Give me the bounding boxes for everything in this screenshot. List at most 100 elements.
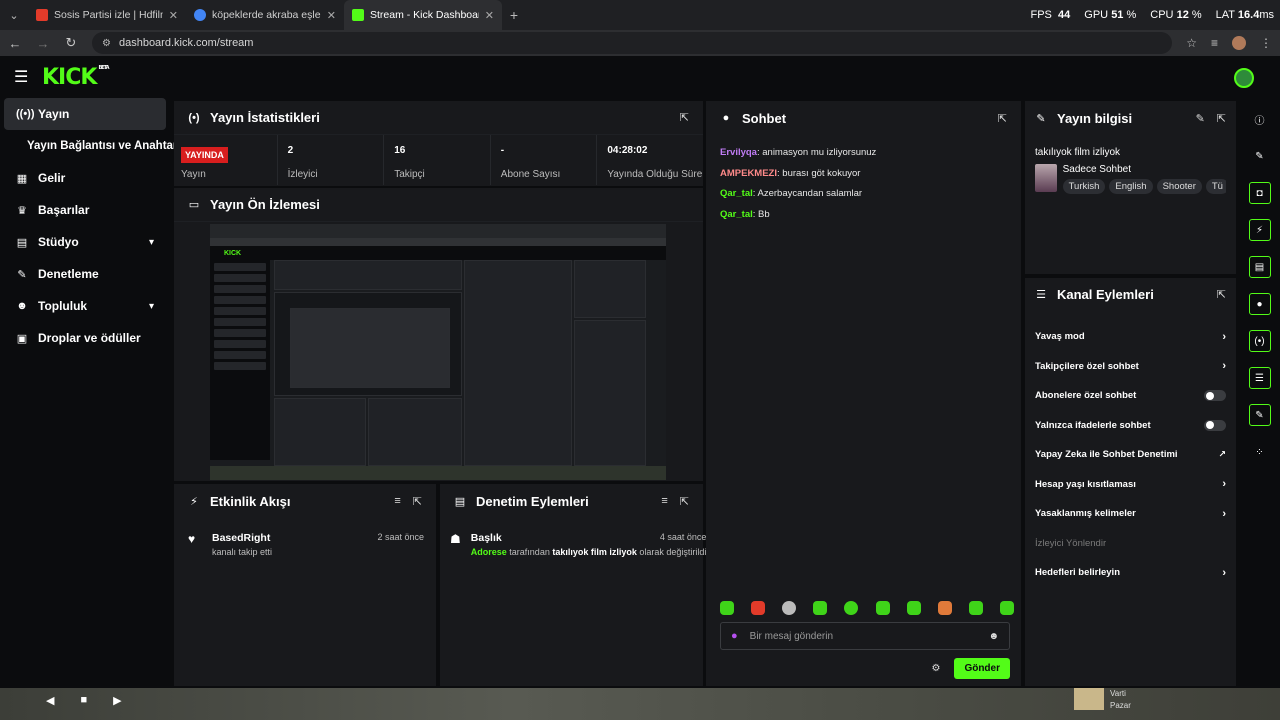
- chat-bubble-icon[interactable]: ●: [1248, 293, 1271, 315]
- action-label: Takipçilere özel sohbet: [1035, 360, 1139, 372]
- revenue-icon: ▦: [16, 172, 28, 185]
- stat-label: Yayın: [181, 169, 206, 180]
- emote-only-toggle[interactable]: [1204, 419, 1226, 431]
- next-icon[interactable]: ▶: [113, 694, 121, 707]
- sidebar-item-moderation[interactable]: ✎ Denetleme: [0, 258, 170, 290]
- emote-icon[interactable]: [751, 601, 766, 615]
- action-label: Hedefleri belirleyin: [1035, 567, 1121, 579]
- emote-icon[interactable]: [782, 601, 797, 615]
- broadcast-icon: ((•)): [16, 108, 35, 120]
- bookmark-star-icon[interactable]: ☆: [1186, 36, 1197, 50]
- chat-username[interactable]: Qar_tal: [720, 188, 753, 199]
- followers-only-action[interactable]: Takipçilere özel sohbet ›: [1025, 352, 1236, 382]
- back-icon[interactable]: ←: [8, 36, 22, 51]
- emote-icon[interactable]: [720, 601, 734, 615]
- popout-icon[interactable]: ⇱: [413, 495, 422, 508]
- previous-icon[interactable]: ◀: [46, 694, 54, 707]
- document-icon[interactable]: ▤: [1248, 256, 1271, 278]
- browser-menu-icon[interactable]: ⋮: [1260, 36, 1272, 50]
- stream-preview-video[interactable]: KICK: [210, 224, 666, 480]
- sidebar-item-community[interactable]: ☻ Topluluk ▾: [0, 290, 170, 322]
- extensions-icon[interactable]: ≡: [1211, 36, 1218, 50]
- emote-icon[interactable]: [999, 601, 1014, 615]
- popout-icon[interactable]: ⇱: [1217, 288, 1226, 301]
- lat-readout: LAT 16.4ms: [1215, 9, 1274, 21]
- chat-username[interactable]: Qar_tal: [720, 209, 753, 220]
- emote-icon[interactable]: [875, 601, 890, 615]
- emote-icon[interactable]: [968, 601, 983, 615]
- user-avatar[interactable]: [1234, 68, 1254, 88]
- subscribers-only-toggle[interactable]: [1204, 390, 1226, 402]
- sidebar-item-label: Droplar ve ödüller: [38, 331, 141, 345]
- new-tab-button[interactable]: +: [502, 7, 526, 23]
- forward-icon[interactable]: →: [36, 36, 50, 51]
- stop-icon[interactable]: ■: [80, 694, 87, 707]
- wrench-icon[interactable]: ✎: [1248, 404, 1271, 426]
- emote-icon[interactable]: [906, 601, 921, 615]
- channel-actions-icon[interactable]: ☰: [1248, 367, 1271, 389]
- filter-icon[interactable]: ≡: [661, 495, 667, 508]
- tab-list-chevron-icon[interactable]: ⌄: [0, 0, 28, 30]
- emoji-icon[interactable]: ☻: [988, 631, 999, 642]
- host-viewer-action: İzleyici Yönlendir: [1025, 529, 1236, 559]
- close-tab-icon[interactable]: ✕: [327, 9, 336, 22]
- browser-tab-3[interactable]: Stream - Kick Dashboard ✕: [344, 0, 502, 30]
- popout-icon[interactable]: ⇱: [1217, 112, 1226, 125]
- sidebar-item-revenue[interactable]: ▦ Gelir: [0, 162, 170, 194]
- set-goals-action[interactable]: Hedefleri belirleyin ›: [1025, 558, 1236, 588]
- popout-icon[interactable]: ⇱: [680, 495, 689, 508]
- corner-caption: Varti Pazar: [1110, 688, 1131, 712]
- popout-icon[interactable]: ⇱: [998, 112, 1007, 125]
- sidebar-item-drops[interactable]: ▣ Droplar ve ödüller: [0, 322, 170, 354]
- chat-input[interactable]: ● Bir mesaj gönderin ☻: [720, 622, 1010, 650]
- info-icon[interactable]: ⓘ: [1249, 108, 1271, 130]
- filter-icon[interactable]: ≡: [394, 495, 400, 508]
- sidebar-item-stream-key[interactable]: Yayın Bağlantısı ve Anahtarı: [0, 130, 181, 162]
- sidebar-item-achievements[interactable]: ♛ Başarılar: [0, 194, 170, 226]
- emote-icon[interactable]: [937, 601, 952, 615]
- browser-tab-2[interactable]: köpeklerde akraba eşleşmesi - Google ✕: [186, 0, 344, 30]
- chat-username[interactable]: Ervilyqa: [720, 147, 757, 158]
- stat-value: 2: [287, 145, 294, 156]
- chat-panel: ● Sohbet ⇱ Ervilyqa: animasyon mu izliyo…: [706, 101, 1021, 686]
- chevron-right-icon: ›: [1222, 507, 1226, 520]
- browser-tab-1[interactable]: Sosis Partisi izle | Hdfilmcehennemi ✕: [28, 0, 186, 30]
- kick-logo[interactable]: KICK BETA: [42, 65, 110, 90]
- chevron-right-icon: ›: [1222, 478, 1226, 491]
- ai-moderation-action[interactable]: Yapay Zeka ile Sohbet Denetimi ↗: [1025, 440, 1236, 470]
- edit-pencil-icon[interactable]: ✎: [1196, 112, 1205, 125]
- stat-uptime: 04:28:02 Yayında Olduğu Süre: [597, 135, 703, 185]
- reload-icon[interactable]: ↻: [64, 35, 78, 51]
- address-bar[interactable]: ⚙ dashboard.kick.com/stream: [92, 32, 1173, 54]
- send-button[interactable]: Gönder: [954, 657, 1010, 679]
- chat-username[interactable]: AMPEKMEZI: [720, 168, 777, 179]
- emote-icon[interactable]: [813, 601, 828, 615]
- stats-widget-icon[interactable]: ◘: [1248, 182, 1271, 204]
- chat-settings-gear-icon[interactable]: ⚙: [931, 663, 940, 674]
- sidebar-item-label: Gelir: [38, 171, 66, 185]
- sidebar-item-studio[interactable]: ▤ Stüdyo ▾: [0, 226, 170, 258]
- close-tab-icon[interactable]: ✕: [485, 9, 494, 22]
- stat-value: 16: [394, 145, 406, 156]
- site-info-icon[interactable]: ⚙: [102, 38, 111, 49]
- mod-text: tarafından: [509, 547, 550, 557]
- add-widget-icon[interactable]: ⁘: [1249, 441, 1271, 463]
- category-thumbnail: [1035, 164, 1057, 192]
- heart-icon: ♥: [188, 532, 196, 546]
- account-age-action[interactable]: Hesap yaşı kısıtlaması ›: [1025, 470, 1236, 500]
- emote-icon[interactable]: [844, 601, 859, 615]
- close-tab-icon[interactable]: ✕: [169, 9, 178, 22]
- action-label: Yalnızca ifadelerle sohbet: [1035, 419, 1151, 431]
- lightning-icon[interactable]: ⚡: [1248, 219, 1271, 241]
- microphone-icon[interactable]: ●: [731, 630, 738, 642]
- hamburger-menu-icon[interactable]: ☰: [14, 67, 38, 87]
- edit-pencil-icon[interactable]: ✎: [1249, 145, 1271, 167]
- broadcast-icon[interactable]: (•): [1248, 330, 1271, 352]
- sidebar-item-stream[interactable]: ((•)) Yayın: [4, 98, 166, 130]
- stat-subscribers: - Abone Sayısı: [491, 135, 598, 185]
- sidebar-item-label: Yayın Bağlantısı ve Anahtarı: [27, 140, 181, 152]
- slow-mode-action[interactable]: Yavaş mod ›: [1025, 322, 1236, 352]
- banned-words-action[interactable]: Yasaklanmış kelimeler ›: [1025, 499, 1236, 529]
- profile-avatar[interactable]: [1232, 36, 1246, 50]
- popout-icon[interactable]: ⇱: [680, 111, 689, 124]
